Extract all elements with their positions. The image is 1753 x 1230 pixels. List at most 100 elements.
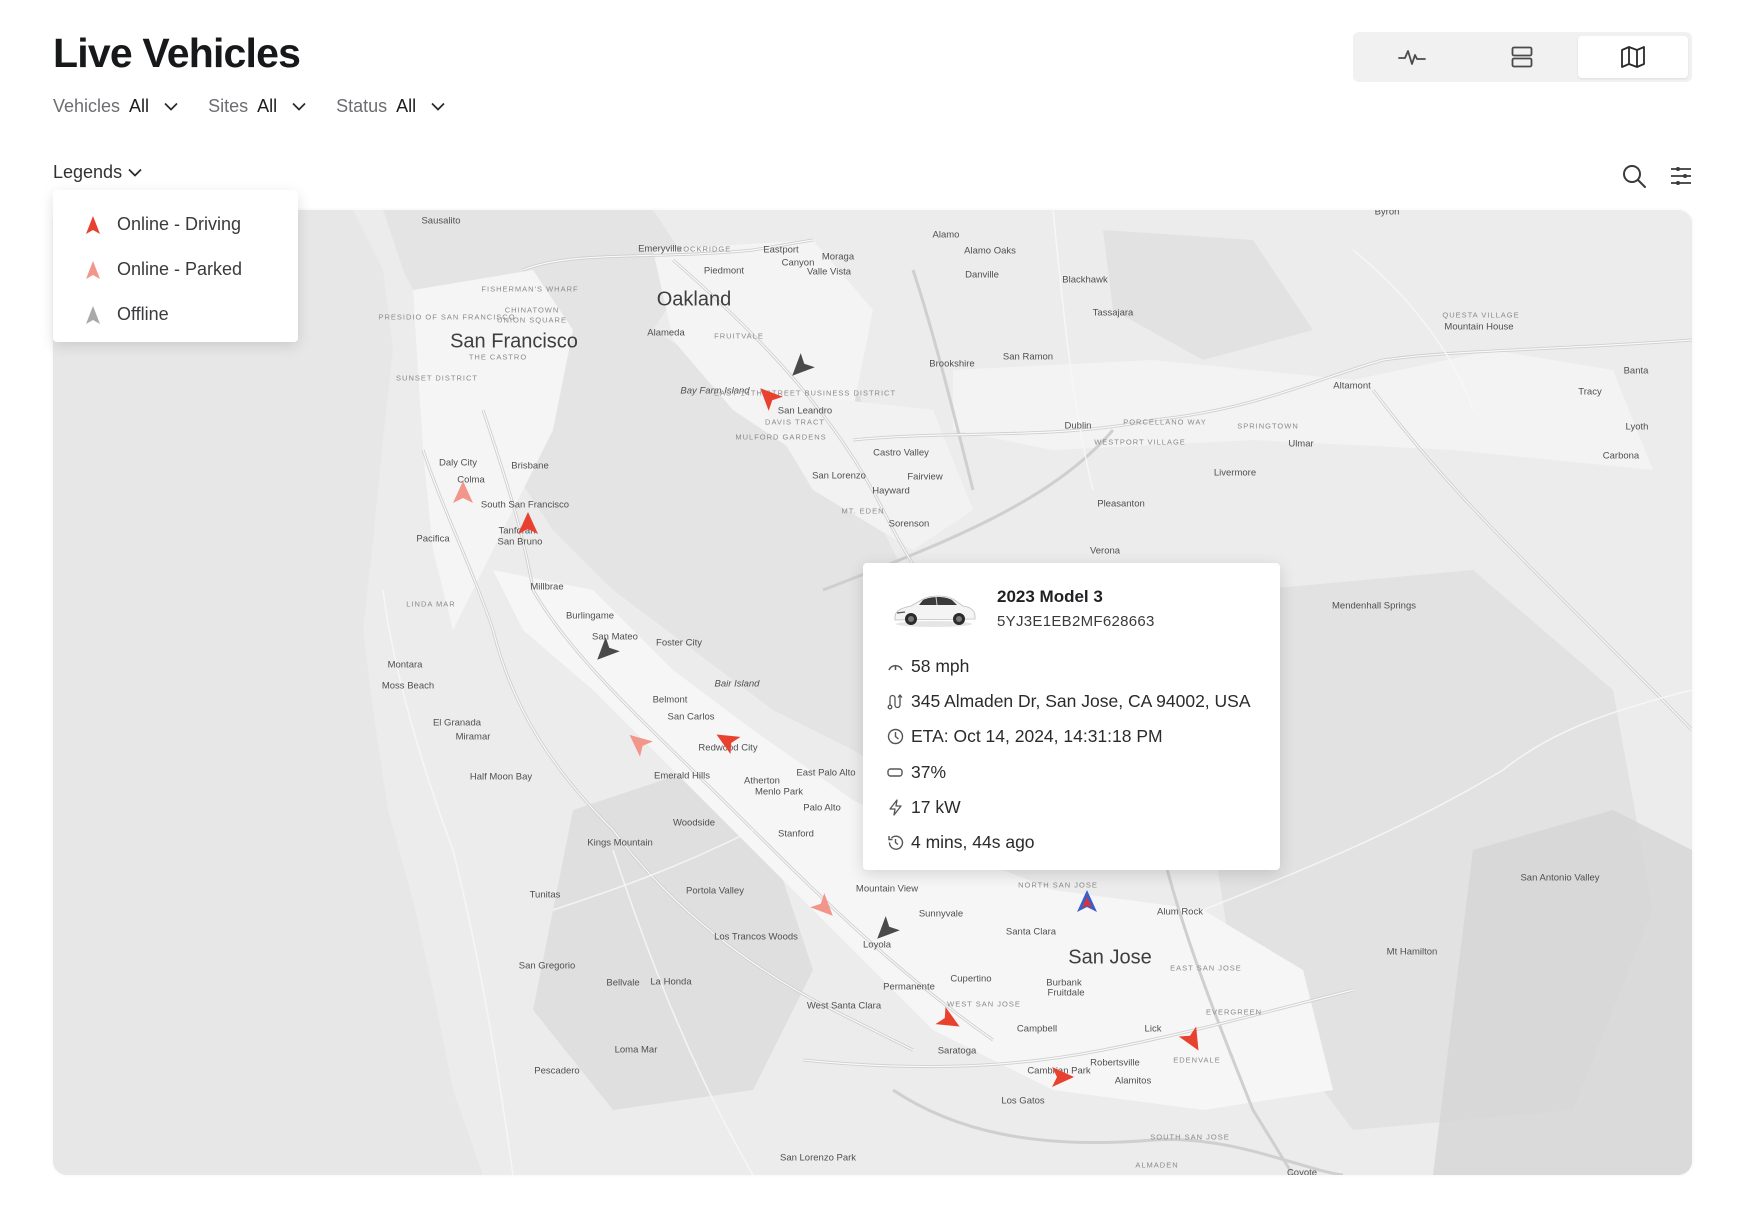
map-place-label: Woodside bbox=[672, 817, 716, 829]
power-bolt-icon bbox=[889, 799, 902, 816]
activity-view-button[interactable] bbox=[1357, 36, 1467, 78]
map-place-label: Montara bbox=[387, 659, 423, 671]
map-place-label: San Gregorio bbox=[518, 960, 576, 972]
legend-item-parked: Online - Parked bbox=[85, 247, 298, 292]
map-place-label: Pleasanton bbox=[1097, 498, 1145, 510]
map-place-label: Millbrae bbox=[530, 581, 564, 593]
list-view-button[interactable] bbox=[1467, 36, 1577, 78]
map-place-label: La Honda bbox=[650, 976, 692, 988]
map-place-label: Kings Mountain bbox=[587, 837, 653, 849]
map-place-label: East 14th Street Business District bbox=[713, 388, 897, 398]
map-place-label: Santa Clara bbox=[1005, 926, 1057, 938]
speed-row: 58 mph bbox=[887, 649, 1251, 684]
map-place-label: Edenvale bbox=[1173, 1055, 1221, 1065]
activity-pulse-icon bbox=[1398, 50, 1427, 65]
map-place-label: San Carlos bbox=[667, 711, 715, 723]
map-place-label: Moss Beach bbox=[381, 680, 435, 692]
status-filter-label: Status bbox=[336, 96, 388, 116]
legend-panel: Online - Driving Online - Parked Offline bbox=[53, 190, 298, 342]
popup-details: 58 mph 345 Almaden Dr, San Jose, CA 9400… bbox=[887, 649, 1251, 860]
map-place-label: Evergreen bbox=[1205, 1007, 1263, 1017]
sites-filter-dropdown[interactable]: Sites All bbox=[208, 96, 306, 117]
chevron-down-icon bbox=[128, 168, 142, 177]
status-filter-dropdown[interactable]: Status All bbox=[336, 96, 445, 117]
map-place-label: Fruitvale bbox=[714, 331, 764, 341]
battery-row: 37% bbox=[887, 755, 1251, 790]
vehicle-marker-driving[interactable] bbox=[517, 511, 539, 535]
map-place-label: East Palo Alto bbox=[796, 767, 856, 779]
map-place-label: Davis Tract bbox=[765, 417, 825, 427]
offline-arrow-icon bbox=[86, 305, 100, 324]
destination-row: 345 Almaden Dr, San Jose, CA 94002, USA bbox=[887, 684, 1251, 719]
map-place-label: San Leandro bbox=[777, 405, 833, 417]
eta-value: ETA: Oct 14, 2024, 14:31:18 PM bbox=[911, 726, 1163, 747]
vehicle-marker-driving[interactable] bbox=[1051, 1066, 1075, 1088]
map-place-label: Presidio of San Francisco bbox=[378, 312, 516, 322]
battery-value: 37% bbox=[911, 761, 947, 782]
filter-bar: Vehicles All Sites All Status All bbox=[53, 96, 445, 117]
map-place-label: Bair Island bbox=[714, 678, 760, 690]
map-place-label: Sorenson bbox=[888, 518, 930, 530]
route-icon bbox=[887, 694, 903, 710]
map-place-label: Alamo bbox=[932, 229, 960, 241]
legend-item-label: Offline bbox=[117, 304, 169, 324]
vehicle-car-image bbox=[894, 595, 976, 627]
map-place-label: Mountain View bbox=[855, 883, 919, 895]
map-place-label: Mt. Eden bbox=[841, 506, 885, 516]
view-mode-toggle bbox=[1353, 32, 1692, 82]
map-place-label: Sunnyvale bbox=[918, 908, 964, 920]
map-place-label: Almaden bbox=[1135, 1160, 1179, 1170]
map-place-label: Cupertino bbox=[950, 973, 992, 985]
map-place-label: Emeryville bbox=[638, 243, 682, 255]
map-place-label: Alameda bbox=[647, 327, 685, 339]
map-place-label: Hayward bbox=[872, 485, 910, 497]
map-place-label: West San Jose bbox=[947, 999, 1021, 1009]
map-icon bbox=[1620, 46, 1645, 68]
legends-toggle[interactable]: Legends bbox=[53, 162, 142, 183]
map-place-label: Rockridge bbox=[676, 244, 732, 254]
map-place-label: Los Trancos Woods bbox=[714, 931, 798, 943]
map-place-label: Carbona bbox=[1602, 450, 1640, 462]
map-place-label: South San Francisco bbox=[480, 499, 570, 511]
map-place-label: Mendenhall Springs bbox=[1332, 600, 1416, 612]
vehicle-marker-selected[interactable] bbox=[1076, 889, 1098, 913]
chevron-down-icon bbox=[164, 102, 178, 111]
map-place-label: South San Jose bbox=[1150, 1132, 1230, 1142]
power-row: 17 kW bbox=[887, 790, 1251, 825]
map-place-label: San Francisco bbox=[450, 330, 578, 353]
map-place-label: Half Moon Bay bbox=[469, 771, 533, 783]
map-place-label: Pacifica bbox=[416, 533, 450, 545]
parked-arrow-icon bbox=[86, 260, 100, 279]
map-place-label: Brookshire bbox=[929, 358, 975, 370]
vehicle-model: 2023 Model 3 bbox=[997, 587, 1103, 606]
map-place-label: Blackhawk bbox=[1062, 274, 1108, 286]
map-settings-button[interactable] bbox=[1667, 162, 1695, 190]
map-place-label: Linda Mar bbox=[406, 599, 456, 609]
map-place-label: Castro Valley bbox=[873, 447, 929, 459]
map-place-label: Fairview bbox=[907, 471, 943, 483]
map-place-label: Alamo Oaks bbox=[964, 245, 1016, 257]
legend-item-label: Online - Driving bbox=[117, 214, 242, 234]
map-place-label: Campbell bbox=[1016, 1023, 1058, 1035]
map-place-label: The Castro bbox=[468, 352, 528, 362]
vehicles-filter-value: All bbox=[129, 96, 150, 116]
map-place-label: El Granada bbox=[432, 717, 482, 729]
vehicles-filter-dropdown[interactable]: Vehicles All bbox=[53, 96, 178, 117]
map-place-label: Danville bbox=[965, 269, 999, 281]
map-place-label: Valle Vista bbox=[806, 266, 852, 278]
map-place-label: Verona bbox=[1089, 545, 1121, 557]
legends-label: Legends bbox=[53, 162, 123, 182]
map-place-label: Tracy bbox=[1578, 386, 1602, 398]
search-button[interactable] bbox=[1620, 162, 1648, 190]
driving-arrow-icon bbox=[86, 215, 100, 234]
chevron-down-icon bbox=[292, 102, 306, 111]
map-place-label: Byron bbox=[1374, 210, 1400, 218]
map-place-label: Robertsville bbox=[1090, 1057, 1140, 1069]
map-place-label: Dublin bbox=[1064, 420, 1092, 432]
vehicle-marker-parked[interactable] bbox=[452, 480, 474, 504]
map-view-button[interactable] bbox=[1577, 36, 1688, 78]
map-place-label: Porcellano Way bbox=[1123, 417, 1207, 427]
map-place-label: Questa Village bbox=[1442, 310, 1520, 320]
vehicle-vin: 5YJ3E1EB2MF628663 bbox=[997, 613, 1155, 630]
map-place-label: Belmont bbox=[652, 694, 688, 706]
